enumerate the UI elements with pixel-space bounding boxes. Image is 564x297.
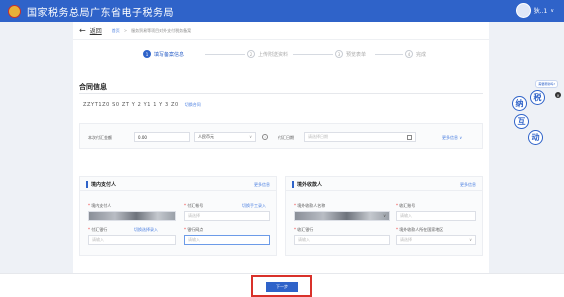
more-info-link[interactable]: 更多信息 xyxy=(460,182,476,188)
more-info-link[interactable]: 更多信息 ∨ xyxy=(442,135,462,141)
close-icon[interactable]: × xyxy=(555,92,561,98)
payer-branch-input[interactable]: 请输入 xyxy=(184,235,270,245)
panel-header: 境内支付人 更多信息 xyxy=(80,177,276,191)
payee-bank-label: * 收汇银行 xyxy=(294,227,314,232)
main-content-card: ← 返回 首页 > 服务贸易等项目对外支付税务备案 1 填写备案信息 2 上传附… xyxy=(73,22,489,273)
amount-input[interactable]: 0.00 xyxy=(134,132,190,142)
amount-label: 本次付汇金额 xyxy=(88,135,112,140)
amount-row: 本次付汇金额 0.00 人民币元 ∨ i 付汇日期 请选择日期 更多信息 ∨ xyxy=(79,123,483,149)
mascot-char: 动 xyxy=(528,130,543,145)
breadcrumb-current: 服务贸易等项目对外支付税务备案 xyxy=(131,27,192,33)
progress-steps: 1 填写备案信息 2 上传附送资料 3 预览表单 4 完成 xyxy=(143,50,443,60)
section-title-contract: 合同信息 xyxy=(79,83,107,91)
contract-info: ZZYT1Z0 S0 ZT Y 2 Y1 1 Y 3 Z0 切换合同 xyxy=(83,102,201,108)
payer-account-label: * 付汇帐号 xyxy=(184,203,204,208)
help-mascot[interactable]: 需要帮助吗? × 纳 税 互 动 xyxy=(504,80,562,156)
section-divider xyxy=(79,93,483,94)
step-3: 3 预览表单 xyxy=(335,50,366,58)
contract-number: ZZYT1Z0 S0 ZT Y 2 Y1 1 Y 3 Z0 xyxy=(83,102,179,108)
back-link[interactable]: 返回 xyxy=(90,26,102,35)
user-menu[interactable]: 狄..1 ∨ xyxy=(515,3,554,18)
payee-country-select[interactable]: 请选择 ∨ xyxy=(396,235,476,245)
step-number: 3 xyxy=(335,50,343,58)
step-label: 填写备案信息 xyxy=(154,51,185,58)
breadcrumb: ← 返回 首页 > 服务贸易等项目对外支付税务备案 xyxy=(73,22,489,40)
chevron-down-icon: ∨ xyxy=(383,213,386,218)
chevron-down-icon: ∨ xyxy=(469,237,472,242)
manual-entry-link[interactable]: 切换手工录入 xyxy=(242,203,266,209)
user-name[interactable]: 狄..1 xyxy=(534,6,548,15)
switch-contract-link[interactable]: 切换合同 xyxy=(185,102,201,108)
back-arrow-icon[interactable]: ← xyxy=(79,26,86,35)
payer-branch-label: * 银行网点 xyxy=(184,227,204,232)
chevron-down-icon[interactable]: ∨ xyxy=(550,8,554,14)
calendar-icon xyxy=(407,135,412,140)
payee-name-select[interactable]: ∨ xyxy=(294,211,390,221)
step-2: 2 上传附送资料 xyxy=(247,50,288,58)
payment-date-placeholder: 请选择日期 xyxy=(308,134,328,139)
next-step-button[interactable]: 下一步 xyxy=(266,282,298,292)
payer-account-select[interactable]: 请选择 xyxy=(184,211,270,221)
more-info-link[interactable]: 更多信息 xyxy=(254,182,270,188)
step-label: 完成 xyxy=(416,51,427,58)
step-label: 上传附送资料 xyxy=(258,51,289,58)
step-number: 4 xyxy=(405,50,413,58)
switch-select-link[interactable]: 切换选择录入 xyxy=(134,227,158,233)
top-header-bar: 国家税务总局广东省电子税务局 狄..1 ∨ xyxy=(0,0,564,22)
step-number: 2 xyxy=(247,50,255,58)
payer-name-label: * 境内支付人 xyxy=(88,203,112,208)
payee-name-label: * 境外收款人名称 xyxy=(294,203,326,208)
currency-select[interactable]: 人民币元 ∨ xyxy=(194,132,256,142)
chevron-down-icon: ∨ xyxy=(249,134,252,139)
footer-bar: 下一步 xyxy=(0,273,564,297)
payer-panel: 境内支付人 更多信息 * 境内支付人 * 付汇帐号 切换手工录入 请选择 * 付… xyxy=(79,176,277,256)
step-connector xyxy=(375,54,403,55)
payee-country-label: * 境外收款人所在国家地区 xyxy=(396,227,444,232)
breadcrumb-home[interactable]: 首页 xyxy=(112,28,120,34)
payee-account-input[interactable]: 请输入 xyxy=(396,211,476,221)
help-bubble[interactable]: 需要帮助吗? xyxy=(535,80,558,88)
national-emblem-icon xyxy=(8,4,21,18)
payer-bank-input[interactable]: 请输入 xyxy=(88,235,176,245)
mascot-figure[interactable]: 纳 税 互 动 xyxy=(512,90,554,152)
mascot-char: 税 xyxy=(530,90,545,105)
mascot-char: 纳 xyxy=(512,96,527,111)
app-title: 国家税务总局广东省电子税务局 xyxy=(27,7,174,19)
payer-name-input[interactable] xyxy=(88,211,176,221)
payment-date-label: 付汇日期 xyxy=(278,135,294,140)
payee-country-placeholder: 请选择 xyxy=(400,237,412,242)
step-connector xyxy=(293,54,333,55)
step-number: 1 xyxy=(143,50,151,58)
currency-value: 人民币元 xyxy=(198,134,214,139)
payee-account-label: * 收汇账号 xyxy=(396,203,416,208)
panel-header: 境外收款人 更多信息 xyxy=(286,177,482,191)
panel-title: 境内支付人 xyxy=(86,181,116,188)
payer-bank-label: * 付汇银行 xyxy=(88,227,108,232)
payee-panel: 境外收款人 更多信息 * 境外收款人名称 ∨ * 收汇账号 请输入 * 收汇银行… xyxy=(285,176,483,256)
step-4: 4 完成 xyxy=(405,50,426,58)
payment-date-input[interactable]: 请选择日期 xyxy=(304,132,416,142)
info-icon[interactable]: i xyxy=(262,134,268,140)
step-connector xyxy=(205,54,245,55)
payee-bank-input[interactable]: 请输入 xyxy=(294,235,390,245)
step-1: 1 填写备案信息 xyxy=(143,50,184,58)
breadcrumb-separator: > xyxy=(123,28,128,33)
panel-title: 境外收款人 xyxy=(292,181,322,188)
user-avatar-icon[interactable] xyxy=(515,3,531,18)
mascot-char: 互 xyxy=(514,114,529,129)
step-label: 预览表单 xyxy=(346,51,367,58)
